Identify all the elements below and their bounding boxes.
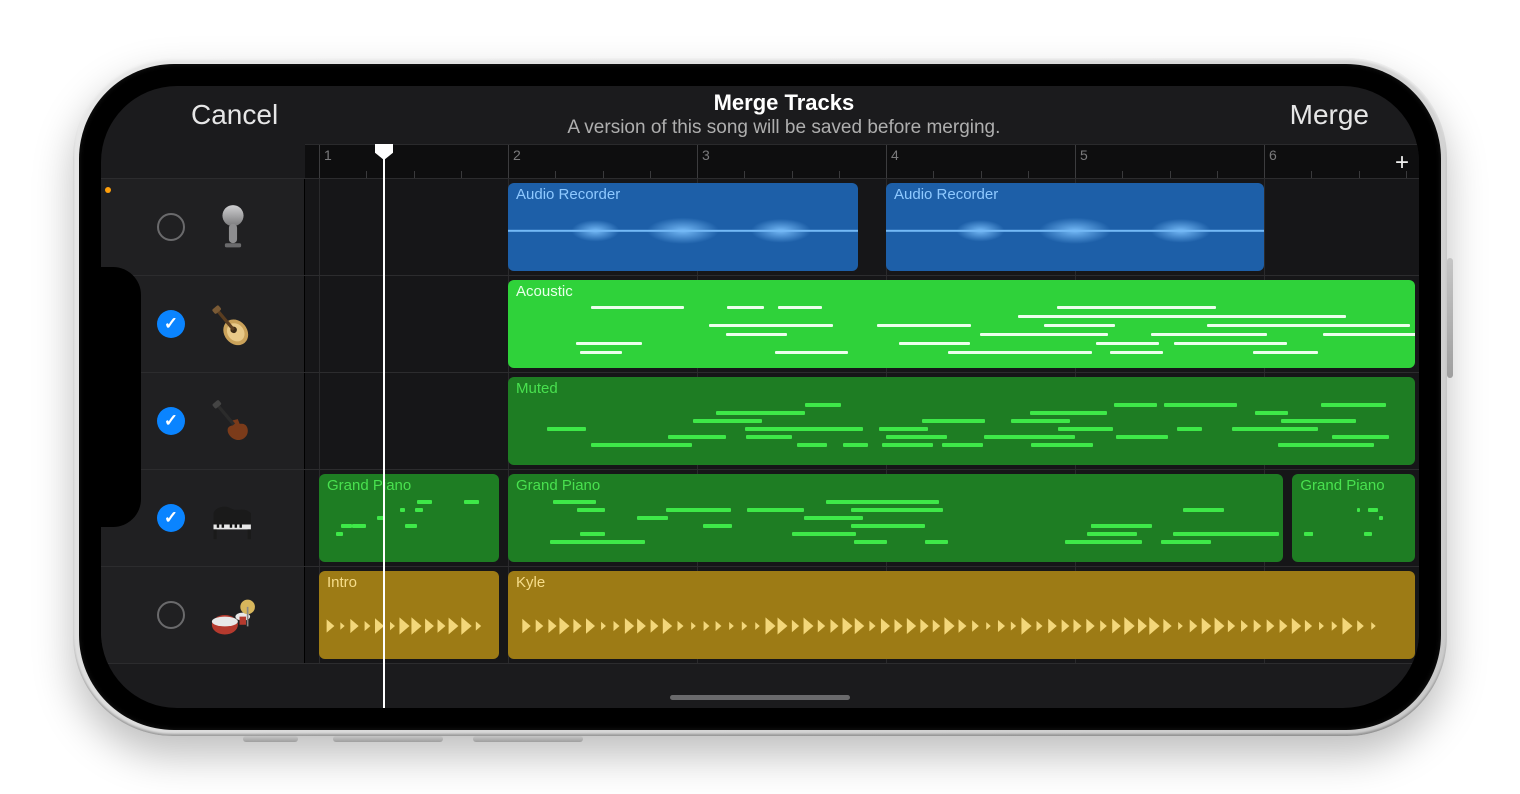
region[interactable]: Grand Piano (319, 474, 499, 562)
track-lane-piano[interactable]: Grand Piano Grand Piano Grand Piano (305, 470, 1419, 566)
region-label: Acoustic (516, 283, 1407, 300)
region[interactable]: Grand Piano (508, 474, 1283, 562)
region[interactable]: Kyle (508, 571, 1415, 659)
screen: Cancel Merge Tracks A version of this so… (101, 86, 1419, 708)
region[interactable]: Grand Piano (1292, 474, 1415, 562)
timeline-ruler[interactable]: + 1 2 3 4 5 6 (305, 144, 1419, 180)
region-label: Intro (327, 574, 491, 591)
header-subtitle: A version of this song will be saved bef… (278, 117, 1289, 140)
notch (101, 267, 141, 527)
region[interactable]: Intro (319, 571, 499, 659)
region[interactable]: Audio Recorder (886, 183, 1264, 271)
track-row-piano: Grand Piano Grand Piano Grand Piano (101, 469, 1419, 566)
track-select-toggle[interactable] (157, 213, 185, 241)
mic-icon (203, 197, 263, 257)
track-row-drums: Intro Kyle (101, 566, 1419, 664)
bar-marker-1: 1 (319, 145, 320, 179)
region[interactable]: Muted (508, 377, 1415, 465)
bar-marker-3: 3 (697, 145, 698, 179)
track-header-drums[interactable] (101, 567, 305, 663)
bar-marker-4: 4 (886, 145, 887, 179)
track-row-mic: Audio Recorder Audio Recorder (101, 178, 1419, 275)
region-label: Muted (516, 380, 1407, 397)
track-lane-electric-guitar[interactable]: Muted (305, 373, 1419, 469)
track-select-toggle[interactable] (157, 601, 185, 629)
electric-guitar-icon (203, 391, 263, 451)
bar-marker-5: 5 (1075, 145, 1076, 179)
drums-icon (203, 585, 263, 645)
bar-marker-6: 6 (1264, 145, 1265, 179)
phone-frame: Cancel Merge Tracks A version of this so… (73, 58, 1447, 736)
track-header-mic[interactable] (101, 179, 305, 275)
track-lane-mic[interactable]: Audio Recorder Audio Recorder (305, 179, 1419, 275)
region-label: Grand Piano (516, 477, 1275, 494)
record-armed-dot (105, 187, 111, 193)
cancel-button[interactable]: Cancel (191, 99, 278, 131)
track-select-toggle[interactable] (157, 407, 185, 435)
home-indicator[interactable] (670, 695, 850, 700)
region-label: Kyle (516, 574, 1407, 591)
track-lane-acoustic-guitar[interactable]: Acoustic (305, 276, 1419, 372)
header-title: Merge Tracks (278, 90, 1289, 116)
bar-marker-2: 2 (508, 145, 509, 179)
acoustic-guitar-icon (203, 294, 263, 354)
track-lane-drums[interactable]: Intro Kyle (305, 567, 1419, 663)
piano-icon (203, 488, 263, 548)
region-label: Audio Recorder (894, 186, 1256, 203)
region-label: Grand Piano (327, 477, 491, 494)
tracks-area: Audio Recorder Audio Recorder Acoustic Mute… (101, 178, 1419, 708)
region-label: Grand Piano (1300, 477, 1407, 494)
track-row-acoustic-guitar: Acoustic (101, 275, 1419, 372)
track-row-electric-guitar: Muted (101, 372, 1419, 469)
region[interactable]: Audio Recorder (508, 183, 858, 271)
region[interactable]: Acoustic (508, 280, 1415, 368)
track-select-toggle[interactable] (157, 310, 185, 338)
header: Cancel Merge Tracks A version of this so… (101, 86, 1419, 144)
add-track-button[interactable]: + (1395, 149, 1409, 177)
track-select-toggle[interactable] (157, 504, 185, 532)
region-label: Audio Recorder (516, 186, 850, 203)
merge-button[interactable]: Merge (1290, 99, 1369, 131)
